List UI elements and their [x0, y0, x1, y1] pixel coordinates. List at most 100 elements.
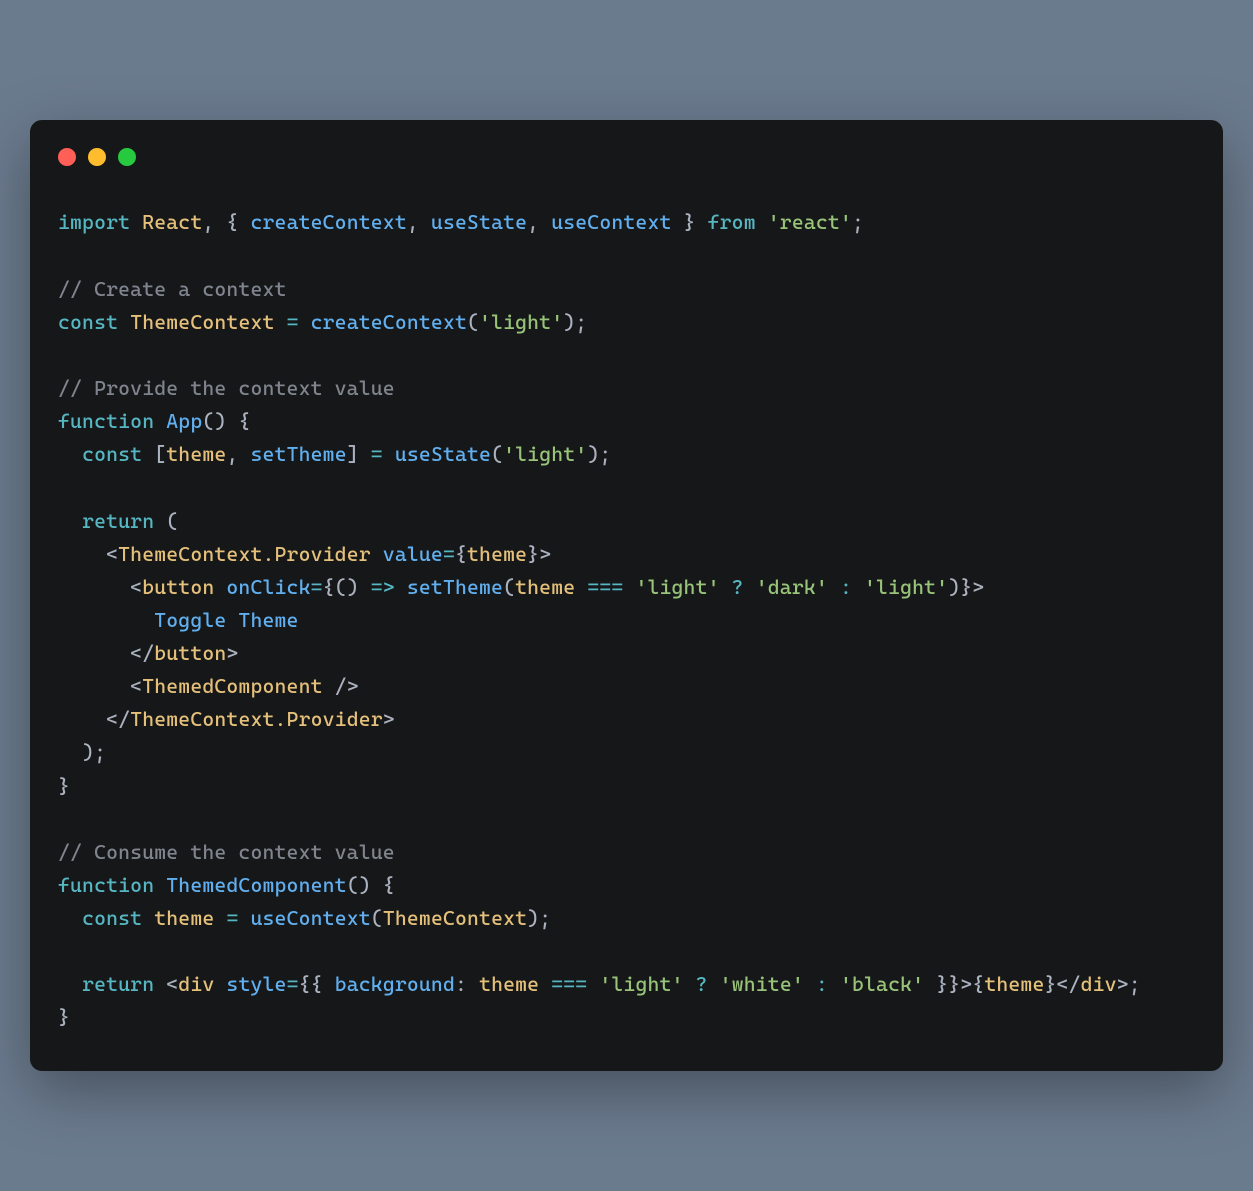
code-token: 'react'	[768, 210, 852, 234]
code-token: =>	[371, 575, 395, 599]
code-token: ]	[347, 442, 371, 466]
code-block: import React, { createContext, useState,…	[58, 206, 1195, 1034]
maximize-icon[interactable]	[118, 148, 136, 166]
code-token: ThemeContext.Provider	[130, 707, 383, 731]
code-token	[623, 575, 635, 599]
code-token	[299, 310, 311, 334]
code-token: );	[58, 740, 106, 764]
code-comment: // Create a context	[58, 277, 287, 301]
code-token: );	[563, 310, 587, 334]
code-token: 'black'	[840, 972, 924, 996]
code-token: (	[467, 310, 479, 334]
code-token: 'light'	[503, 442, 587, 466]
code-token: (	[503, 575, 515, 599]
code-token: (	[491, 442, 503, 466]
code-token: >	[226, 641, 238, 665]
code-token: createContext	[311, 310, 467, 334]
code-token: =	[287, 310, 299, 334]
code-token: background	[335, 972, 455, 996]
code-token: {()	[323, 575, 371, 599]
close-icon[interactable]	[58, 148, 76, 166]
code-token: const	[82, 906, 142, 930]
code-token	[58, 442, 82, 466]
code-token: ThemedComponent	[142, 674, 322, 698]
code-token: return	[82, 509, 154, 533]
code-token	[744, 575, 756, 599]
code-token: :	[455, 972, 479, 996]
code-token: </	[58, 641, 154, 665]
code-token: =	[371, 442, 383, 466]
code-token: setTheme	[251, 442, 347, 466]
code-token: ?	[696, 972, 708, 996]
code-token: useContext	[251, 906, 371, 930]
code-token: }</	[1044, 972, 1080, 996]
code-token: {{	[299, 972, 335, 996]
code-token: ThemeContext	[130, 310, 274, 334]
code-token: onClick	[226, 575, 310, 599]
code-token: const	[82, 442, 142, 466]
code-token: ,	[407, 210, 431, 234]
code-token: ===	[587, 575, 623, 599]
code-token: theme	[479, 972, 539, 996]
code-token	[58, 906, 82, 930]
code-token: </	[58, 707, 130, 731]
code-token	[275, 310, 287, 334]
code-token: <	[58, 674, 142, 698]
code-token: button	[142, 575, 214, 599]
code-token: );	[587, 442, 611, 466]
code-token: =	[226, 906, 238, 930]
code-token	[130, 210, 142, 234]
code-token: , {	[202, 210, 250, 234]
code-token	[118, 310, 130, 334]
code-token: 'light'	[635, 575, 719, 599]
code-token: 'white'	[720, 972, 804, 996]
code-token: button	[154, 641, 226, 665]
code-token	[575, 575, 587, 599]
code-token: return	[82, 972, 154, 996]
code-token: React	[142, 210, 202, 234]
code-token: >;	[1117, 972, 1141, 996]
code-token: [	[142, 442, 166, 466]
code-token: const	[58, 310, 118, 334]
code-token: useState	[431, 210, 527, 234]
code-token	[804, 972, 816, 996]
code-token: theme	[467, 542, 527, 566]
code-token	[587, 972, 599, 996]
code-token: theme	[154, 906, 214, 930]
code-token	[852, 575, 864, 599]
code-token: }>	[527, 542, 551, 566]
code-token: =	[311, 575, 323, 599]
code-token	[708, 972, 720, 996]
code-comment: // Consume the context value	[58, 840, 395, 864]
code-token: ===	[551, 972, 587, 996]
code-token: }	[672, 210, 708, 234]
code-token: App	[166, 409, 202, 433]
code-token: from	[708, 210, 756, 234]
code-token: }	[58, 1005, 70, 1029]
code-token	[383, 442, 395, 466]
code-token: (	[371, 906, 383, 930]
code-token: createContext	[250, 210, 406, 234]
minimize-icon[interactable]	[88, 148, 106, 166]
code-token	[58, 972, 82, 996]
code-token: <	[58, 542, 118, 566]
code-token: =	[443, 542, 455, 566]
code-token: <	[58, 575, 142, 599]
code-token	[720, 575, 732, 599]
code-token: <	[154, 972, 178, 996]
code-token	[214, 972, 226, 996]
code-token	[214, 575, 226, 599]
code-token: theme	[166, 442, 226, 466]
code-token: ,	[527, 210, 551, 234]
code-token: ,	[226, 442, 250, 466]
code-token: () {	[347, 873, 395, 897]
code-token: ?	[732, 575, 744, 599]
code-token	[828, 575, 840, 599]
code-token: setTheme	[407, 575, 503, 599]
code-token: 'dark'	[756, 575, 828, 599]
code-token: style	[226, 972, 286, 996]
code-window: import React, { createContext, useState,…	[30, 120, 1223, 1070]
code-token: ThemeContext.Provider	[118, 542, 371, 566]
code-token	[539, 972, 551, 996]
code-token: import	[58, 210, 130, 234]
